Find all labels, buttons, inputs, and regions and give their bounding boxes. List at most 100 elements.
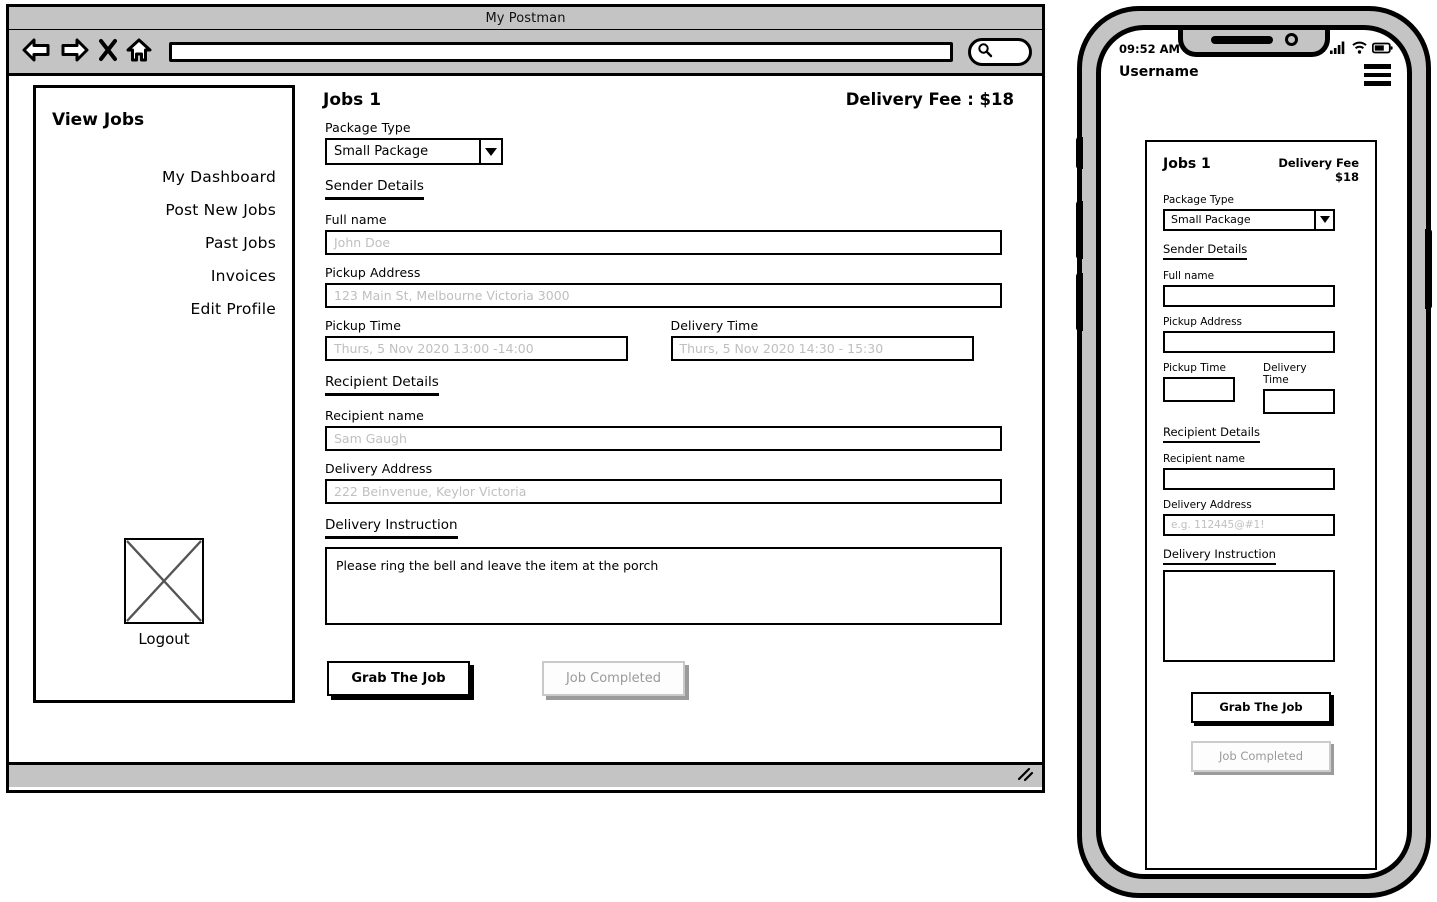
- chevron-down-icon[interactable]: [1314, 208, 1335, 231]
- full-name-input[interactable]: John Doe: [325, 230, 1002, 255]
- phone-recipient-details-heading: Recipient Details: [1163, 425, 1260, 443]
- pickup-address-input[interactable]: 123 Main St, Melbourne Victoria 3000: [325, 283, 1002, 308]
- phone-form-header: Jobs 1 Delivery Fee $18: [1163, 156, 1359, 185]
- battery-icon: [1371, 42, 1393, 57]
- close-x-icon[interactable]: [99, 38, 117, 66]
- front-camera-icon: [1284, 33, 1298, 46]
- image-placeholder-icon: [124, 538, 204, 624]
- delivery-instruction-textarea[interactable]: Please ring the bell and leave the item …: [325, 547, 1002, 625]
- phone-pickup-address-input[interactable]: [1163, 330, 1335, 353]
- sidebar-item-invoices[interactable]: Invoices: [211, 267, 276, 285]
- volume-down-button[interactable]: [1076, 273, 1083, 331]
- phone-form-actions: Grab The Job Job Completed: [1163, 691, 1359, 772]
- pickup-time-group: Pickup Time Thurs, 5 Nov 2020 13:00 -14:…: [325, 308, 671, 361]
- browser-titlebar: My Postman: [9, 7, 1042, 30]
- volume-up-button[interactable]: [1076, 201, 1083, 259]
- phone-pickup-time-label: Pickup Time: [1163, 361, 1226, 374]
- pickup-address-label: Pickup Address: [325, 265, 421, 280]
- delivery-fee: Delivery Fee : $18: [845, 90, 1014, 109]
- delivery-time-label: Delivery Time: [670, 318, 759, 333]
- silent-switch-button[interactable]: [1076, 137, 1083, 169]
- search-box[interactable]: [968, 37, 1032, 66]
- phone-delivery-fee-amount: $18: [1334, 170, 1359, 185]
- time-fields-row: Pickup Time Thurs, 5 Nov 2020 13:00 -14:…: [325, 308, 1016, 361]
- package-type-select[interactable]: Small Package: [325, 138, 503, 165]
- phone-delivery-instruction-textarea[interactable]: [1163, 569, 1335, 662]
- phone-sender-details-heading: Sender Details: [1163, 242, 1248, 260]
- phone-delivery-time-label: Delivery Time: [1263, 361, 1307, 386]
- sidebar-nav: My Dashboard Post New Jobs Past Jobs Inv…: [36, 168, 276, 318]
- phone-delivery-address-input[interactable]: e.g. 112445@#1!: [1163, 513, 1335, 536]
- sidebar: View Jobs My Dashboard Post New Jobs Pas…: [33, 85, 295, 703]
- phone-delivery-time-input[interactable]: [1263, 388, 1335, 414]
- phone-delivery-fee-label: Delivery Fee: [1278, 156, 1359, 170]
- browser-window: My Postman View Jobs My Dashboard Post N…: [6, 4, 1045, 793]
- grab-the-job-button[interactable]: Grab The Job: [327, 661, 470, 696]
- browser-statusbar: [9, 765, 1042, 787]
- job-completed-button: Job Completed: [542, 661, 685, 696]
- page-title: Jobs 1: [323, 90, 382, 110]
- form-actions: Grab The Job Job Completed: [327, 661, 1016, 696]
- chevron-down-icon[interactable]: [479, 138, 503, 165]
- search-icon: [977, 42, 993, 62]
- sidebar-title: View Jobs: [52, 110, 145, 130]
- delivery-address-label: Delivery Address: [325, 461, 433, 476]
- home-icon[interactable]: [126, 37, 152, 67]
- phone-screen: 09:52 AM Username Jobs 1 Delivery Fee $1…: [1096, 25, 1412, 879]
- sidebar-item-my-dashboard[interactable]: My Dashboard: [162, 168, 276, 186]
- job-detail-form: Jobs 1 Delivery Fee : $18 Package Type S…: [315, 76, 1028, 762]
- form-header: Jobs 1 Delivery Fee : $18: [323, 90, 1016, 110]
- delivery-address-input[interactable]: 222 Beinvenue, Keylor Victoria: [325, 479, 1002, 504]
- cellular-signal-icon: [1330, 41, 1347, 57]
- logout-block[interactable]: Logout: [36, 538, 292, 648]
- hamburger-menu-icon[interactable]: [1364, 64, 1391, 86]
- phone-package-type-select[interactable]: Small Package: [1163, 208, 1335, 231]
- username-label: Username: [1119, 64, 1199, 80]
- phone-pickup-time-input[interactable]: [1163, 376, 1235, 402]
- delivery-time-group: Delivery Time Thurs, 5 Nov 2020 14:30 - …: [670, 308, 1017, 361]
- phone-delivery-instruction-heading: Delivery Instruction: [1163, 547, 1276, 565]
- earpiece-speaker-icon: [1210, 35, 1273, 44]
- package-type-value: Small Package: [325, 138, 479, 165]
- status-time: 09:52 AM: [1119, 42, 1180, 56]
- phone-full-name-label: Full name: [1163, 269, 1215, 282]
- power-button[interactable]: [1425, 229, 1432, 309]
- phone-mockup: 09:52 AM Username Jobs 1 Delivery Fee $1…: [1076, 6, 1432, 898]
- phone-recipient-name-label: Recipient name: [1163, 452, 1245, 465]
- phone-page-title: Jobs 1: [1163, 156, 1211, 172]
- phone-notch: [1178, 30, 1330, 57]
- recipient-name-input[interactable]: Sam Gaugh: [325, 426, 1002, 451]
- pickup-time-input[interactable]: Thurs, 5 Nov 2020 13:00 -14:00: [325, 336, 628, 361]
- phone-package-type-label: Package Type: [1163, 193, 1234, 206]
- phone-job-form: Jobs 1 Delivery Fee $18 Package Type Sma…: [1145, 140, 1377, 870]
- delivery-instruction-heading: Delivery Instruction: [325, 517, 458, 539]
- phone-full-name-input[interactable]: [1163, 284, 1335, 307]
- phone-pickup-time-group: Pickup Time: [1163, 353, 1235, 414]
- phone-delivery-time-group: Delivery Time: [1263, 353, 1335, 414]
- sidebar-item-edit-profile[interactable]: Edit Profile: [190, 300, 276, 318]
- phone-time-labels-row: Pickup Time Delivery Time: [1163, 353, 1359, 414]
- browser-content: View Jobs My Dashboard Post New Jobs Pas…: [9, 76, 1042, 765]
- window-title: My Postman: [485, 10, 566, 26]
- back-arrow-icon[interactable]: [21, 37, 51, 67]
- sender-details-heading: Sender Details: [325, 178, 424, 200]
- browser-toolbar: [9, 30, 1042, 76]
- phone-grab-the-job-button[interactable]: Grab The Job: [1191, 691, 1331, 723]
- pickup-time-label: Pickup Time: [325, 318, 401, 333]
- wifi-icon: [1352, 41, 1367, 57]
- phone-pickup-address-label: Pickup Address: [1163, 315, 1243, 328]
- resize-grip-icon[interactable]: [1016, 766, 1034, 786]
- full-name-label: Full name: [325, 212, 387, 227]
- package-type-label: Package Type: [325, 120, 411, 135]
- phone-recipient-name-input[interactable]: [1163, 467, 1335, 490]
- recipient-details-heading: Recipient Details: [325, 374, 439, 396]
- delivery-time-input[interactable]: Thurs, 5 Nov 2020 14:30 - 15:30: [670, 336, 974, 361]
- logout-label: Logout: [138, 630, 190, 648]
- sidebar-item-post-new-jobs[interactable]: Post New Jobs: [165, 201, 276, 219]
- phone-job-completed-button: Job Completed: [1191, 740, 1331, 772]
- status-indicators: [1330, 41, 1393, 57]
- forward-arrow-icon[interactable]: [60, 37, 90, 67]
- sidebar-item-past-jobs[interactable]: Past Jobs: [205, 234, 276, 252]
- address-bar[interactable]: [169, 41, 953, 62]
- phone-delivery-address-label: Delivery Address: [1163, 498, 1252, 511]
